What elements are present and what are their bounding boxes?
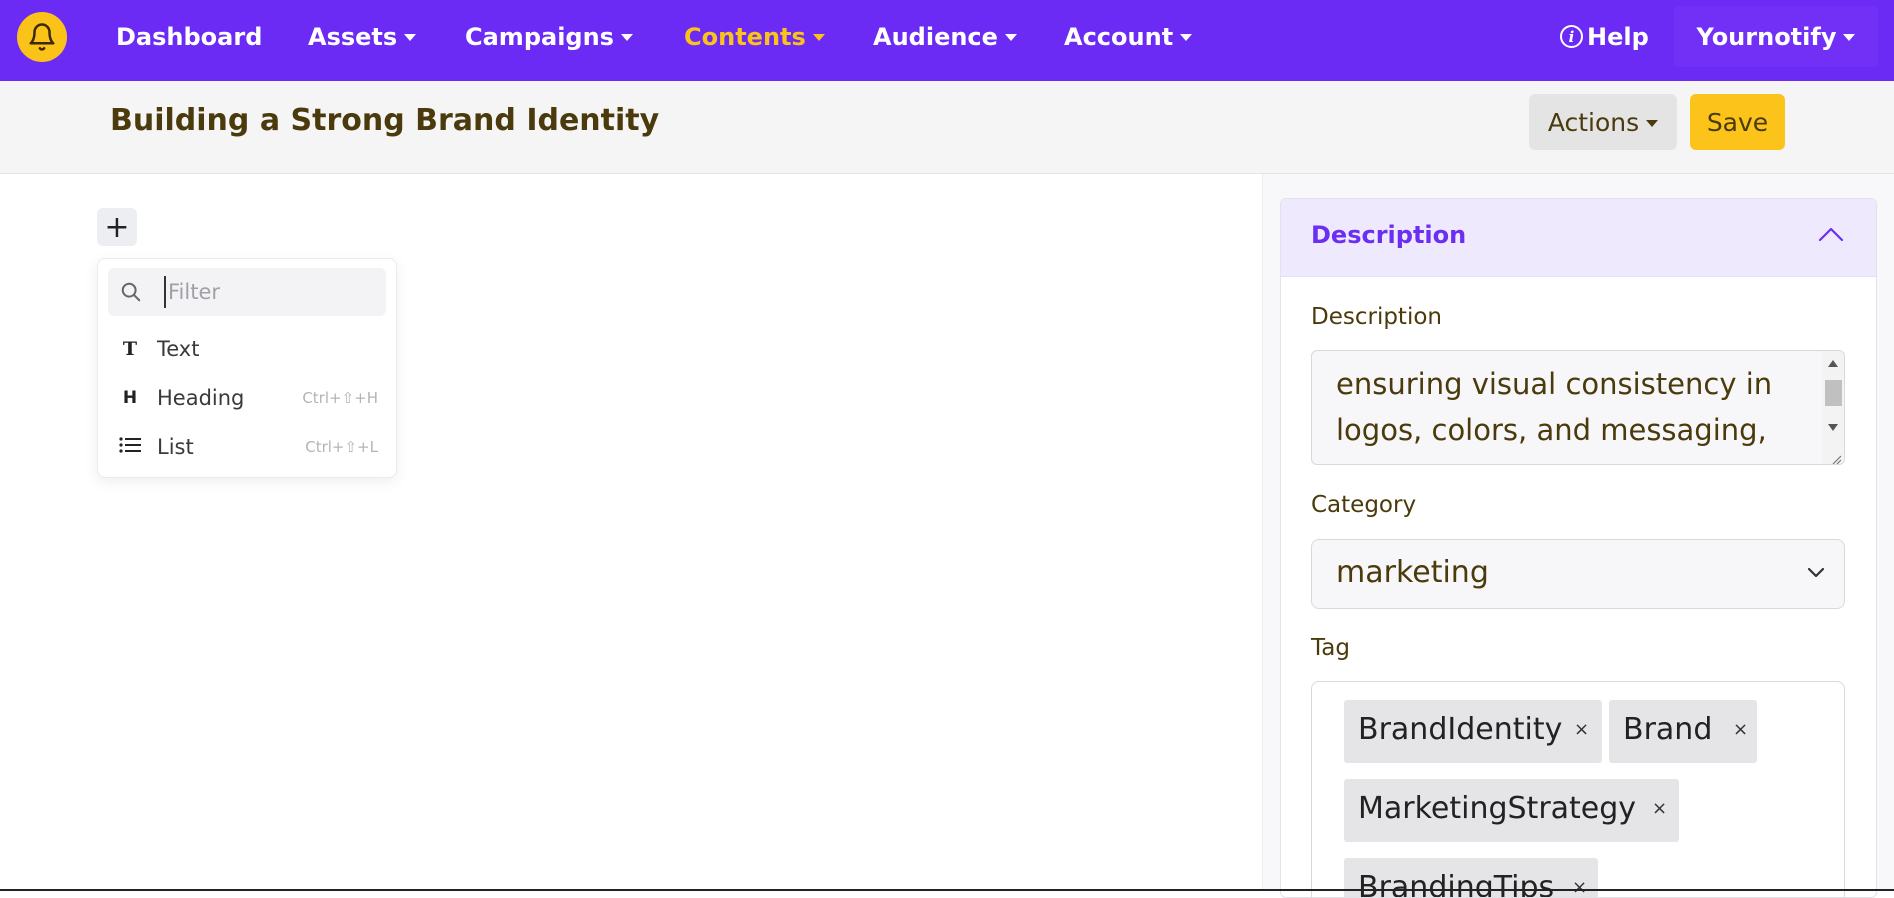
category-value: marketing [1336, 555, 1489, 590]
nav-dashboard[interactable]: Dashboard [116, 0, 262, 73]
tag-chip: BrandIdentity × [1344, 700, 1602, 763]
remove-tag-icon[interactable]: × [1733, 719, 1748, 740]
nav-account-label: Account [1064, 22, 1174, 51]
nav-account[interactable]: Account [1064, 0, 1193, 73]
scroll-up-icon[interactable] [1828, 360, 1838, 367]
resize-handle-icon[interactable] [1830, 450, 1842, 464]
info-icon: i [1560, 25, 1583, 48]
nav-contents[interactable]: Contents [684, 0, 825, 73]
user-menu[interactable]: Yournotify [1674, 6, 1878, 67]
tag-chip: MarketingStrategy × [1344, 779, 1679, 842]
remove-tag-icon[interactable]: × [1652, 798, 1667, 819]
nav-contents-label: Contents [684, 22, 806, 51]
text-icon: T [122, 338, 138, 360]
top-navbar: Dashboard Assets Campaigns Contents Audi… [0, 0, 1894, 81]
panel-title: Description [1311, 221, 1467, 249]
heading-shortcut: Ctrl+⇧+H [302, 389, 378, 407]
menu-item-heading-label: Heading [157, 386, 245, 410]
nav-campaigns-label: Campaigns [465, 22, 614, 51]
caret-down-icon [1646, 119, 1659, 127]
description-line: logos, colors, and messaging, [1336, 413, 1767, 447]
nav-campaigns[interactable]: Campaigns [465, 0, 633, 73]
description-label: Description [1311, 304, 1442, 330]
menu-item-list-label: List [157, 435, 194, 459]
heading-icon: H [122, 388, 138, 408]
description-textarea[interactable]: ensuring visual consistency in logos, co… [1311, 350, 1845, 465]
menu-item-text-label: Text [157, 337, 200, 361]
tag-chip-label: BrandIdentity [1358, 712, 1563, 747]
actions-button-label: Actions [1547, 107, 1640, 137]
nav-assets-label: Assets [308, 22, 398, 51]
tag-chip-label: BrandingTips [1358, 870, 1555, 898]
menu-item-text[interactable]: T Text [98, 327, 396, 371]
tag-chip: BrandingTips × [1344, 858, 1598, 898]
category-select[interactable]: marketing [1311, 539, 1845, 609]
page-header: Building a Strong Brand Identity Actions… [0, 81, 1894, 174]
scroll-thumb[interactable] [1825, 380, 1842, 406]
description-panel-header[interactable]: Description [1281, 199, 1876, 277]
tag-chip-label: Brand [1623, 712, 1713, 747]
caret-down-icon [1843, 34, 1856, 41]
nav-assets[interactable]: Assets [308, 0, 417, 73]
user-menu-label: Yournotify [1696, 22, 1837, 51]
category-label: Category [1311, 492, 1417, 518]
nav-dashboard-label: Dashboard [116, 22, 263, 51]
block-type-menu: T Text H Heading Ctrl+⇧+H List Ctrl+⇧+L [97, 258, 397, 478]
chevron-up-icon[interactable] [1818, 225, 1844, 247]
nav-help-label: Help [1587, 22, 1649, 51]
description-panel: Description Description ensuring visual … [1280, 198, 1877, 898]
actions-button[interactable]: Actions [1529, 94, 1677, 150]
caret-down-icon [620, 34, 633, 41]
nav-audience-label: Audience [873, 22, 998, 51]
menu-item-list[interactable]: List Ctrl+⇧+L [98, 425, 396, 469]
editor-canvas[interactable]: + T Text H Heading Ctrl+⇧+H [0, 174, 1262, 891]
caret-down-icon [1180, 34, 1193, 41]
description-line: ensuring visual consistency in [1336, 367, 1773, 401]
nav-audience[interactable]: Audience [873, 0, 1017, 73]
filter-input[interactable] [164, 276, 374, 308]
page-title: Building a Strong Brand Identity [110, 103, 660, 138]
chevron-down-icon [1806, 564, 1826, 583]
remove-tag-icon[interactable]: × [1574, 719, 1589, 740]
tag-input[interactable]: BrandIdentity × Brand × MarketingStrateg… [1311, 681, 1845, 898]
filter-field [108, 268, 386, 316]
caret-down-icon [1004, 34, 1017, 41]
save-button[interactable]: Save [1690, 94, 1785, 150]
caret-down-icon [812, 34, 825, 41]
bell-icon[interactable] [17, 12, 67, 62]
tag-chip-label: MarketingStrategy [1358, 791, 1637, 826]
menu-item-heading[interactable]: H Heading Ctrl+⇧+H [98, 376, 396, 420]
description-scrollbar[interactable] [1822, 351, 1844, 464]
remove-tag-icon[interactable]: × [1572, 877, 1587, 897]
caret-down-icon [404, 34, 417, 41]
tag-label: Tag [1311, 635, 1350, 661]
description-text: ensuring visual consistency in logos, co… [1336, 361, 1806, 453]
add-block-button[interactable]: + [97, 208, 137, 246]
list-shortcut: Ctrl+⇧+L [305, 438, 378, 456]
scroll-down-icon[interactable] [1828, 424, 1838, 431]
tag-chip: Brand × [1609, 700, 1757, 763]
search-icon [120, 281, 142, 307]
list-icon [118, 436, 142, 459]
nav-help[interactable]: i Help [1560, 0, 1649, 73]
